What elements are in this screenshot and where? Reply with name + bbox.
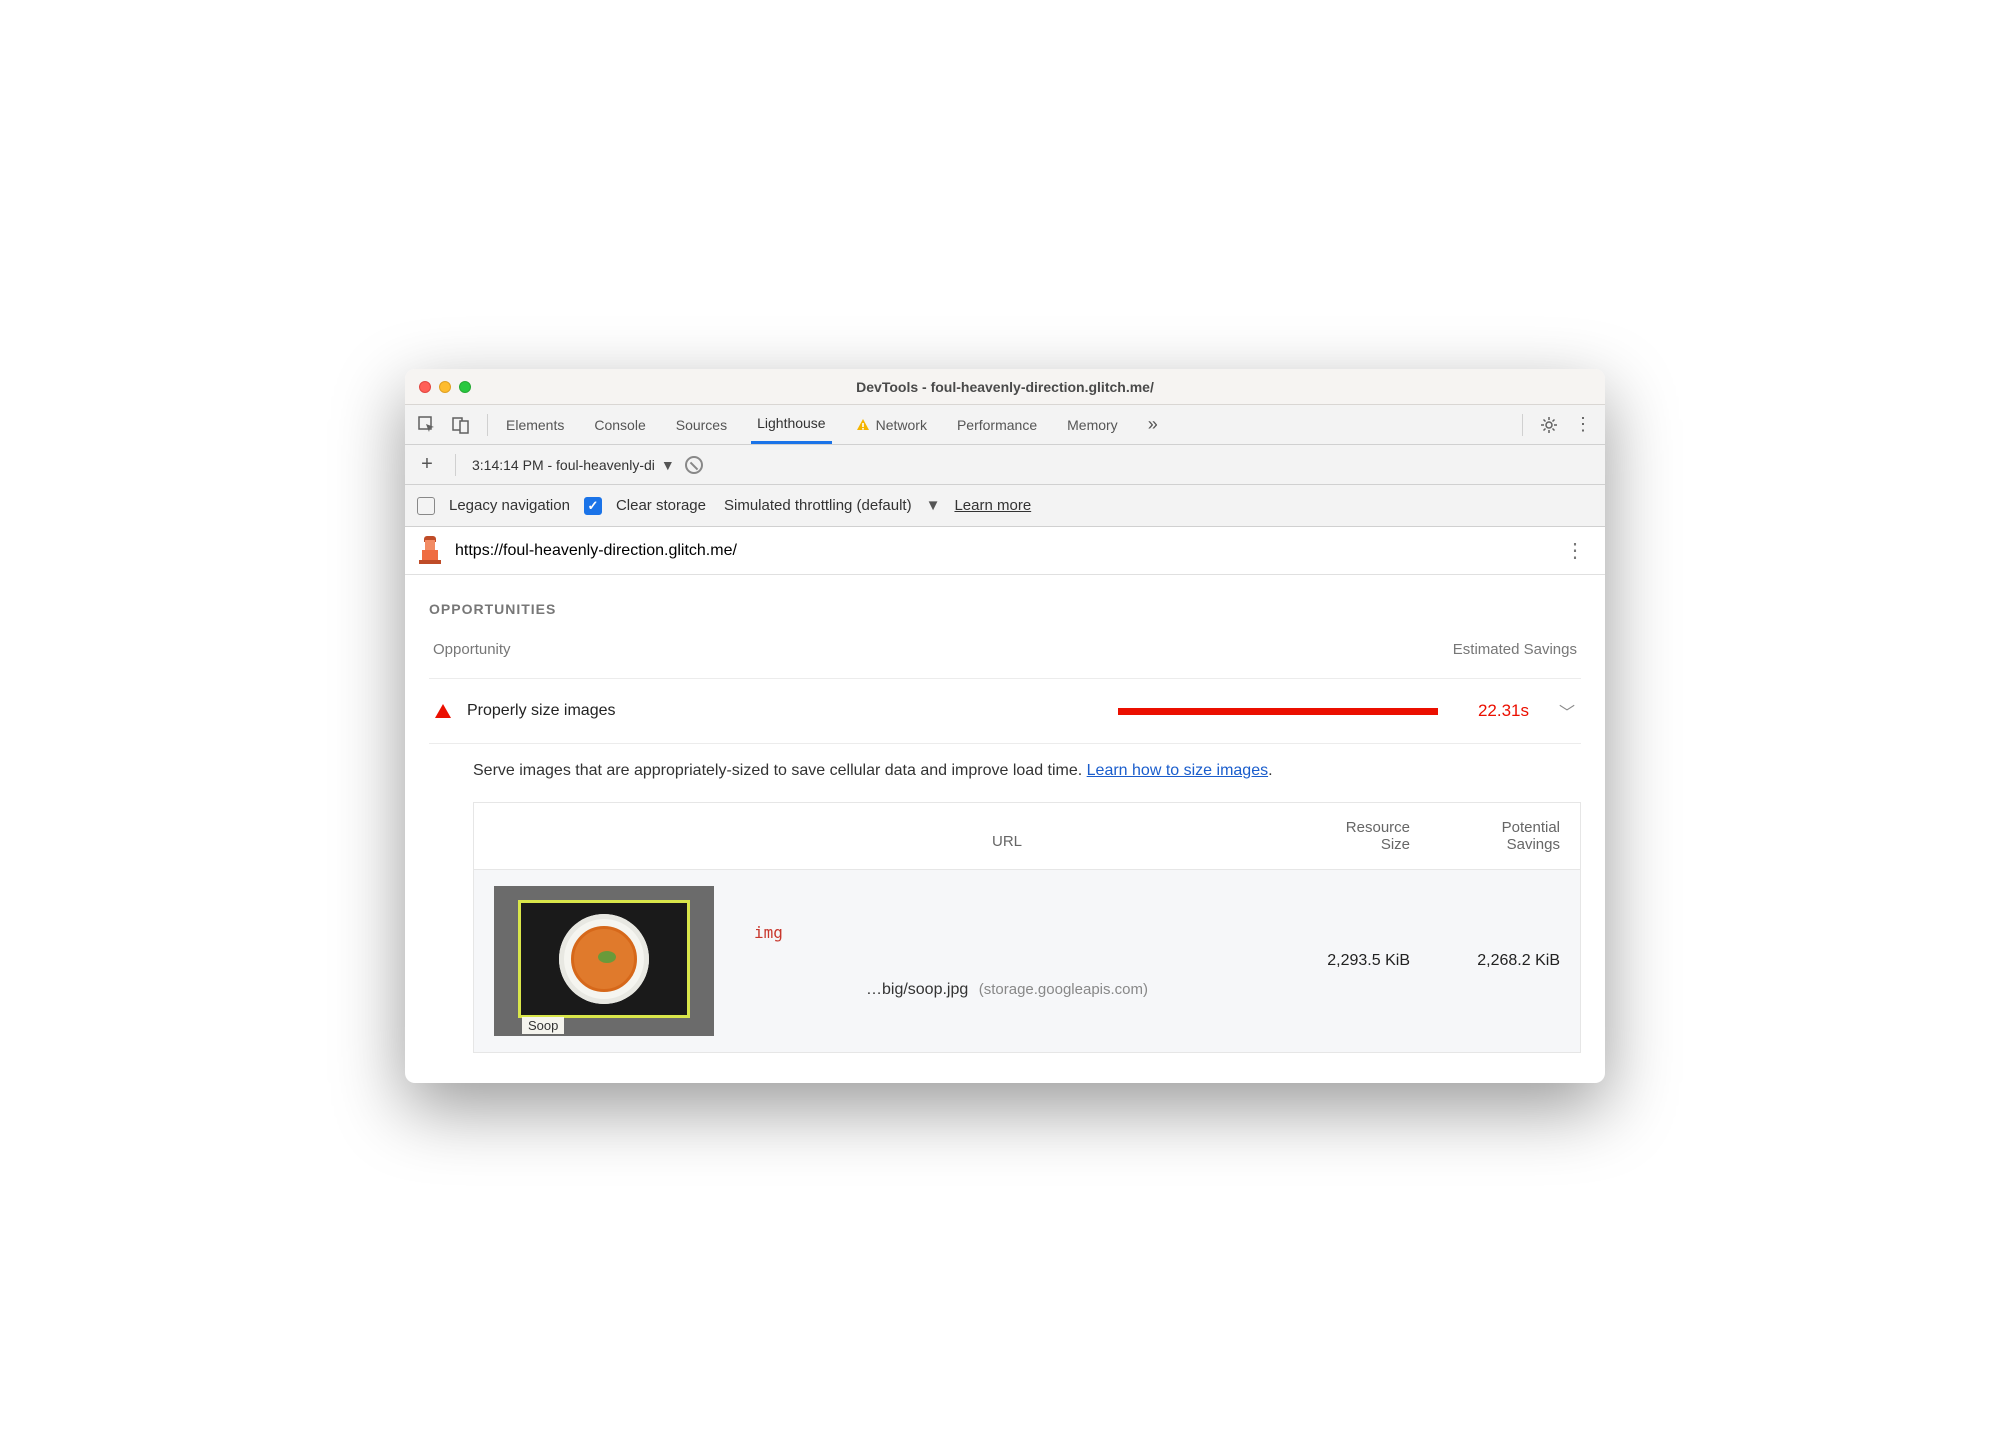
thumbnail-caption: Soop (522, 1017, 564, 1034)
audit-description: Serve images that are appropriately-size… (429, 744, 1581, 802)
url-host: (storage.googleapis.com) (979, 981, 1148, 998)
history-selected-label: 3:14:14 PM - foul-heavenly-di (472, 457, 655, 473)
tab-elements[interactable]: Elements (500, 405, 570, 444)
more-menu-icon[interactable]: ⋮ (1569, 411, 1597, 439)
learn-size-images-link[interactable]: Learn how to size images (1087, 762, 1268, 779)
table-row: Soop img …big/soop.jpg (storage.googleap… (474, 869, 1580, 1052)
tab-lighthouse[interactable]: Lighthouse (751, 405, 832, 444)
potential-savings-cell: 2,268.2 KiB (1410, 952, 1560, 970)
divider (487, 414, 488, 436)
throttling-label: Simulated throttling (default) (724, 497, 912, 514)
audited-url: https://foul-heavenly-direction.glitch.m… (455, 542, 737, 560)
lighthouse-icon (419, 538, 441, 564)
device-toggle-icon[interactable] (447, 411, 475, 439)
audit-description-text: Serve images that are appropriately-size… (473, 762, 1087, 779)
tab-memory[interactable]: Memory (1061, 405, 1124, 444)
clear-storage-checkbox[interactable] (584, 497, 602, 515)
report-url-bar: https://foul-heavenly-direction.glitch.m… (405, 527, 1605, 575)
warning-icon (856, 418, 870, 432)
main-tabs-bar: Elements Console Sources Lighthouse Netw… (405, 405, 1605, 445)
lighthouse-history-bar: + 3:14:14 PM - foul-heavenly-di ▼ (405, 445, 1605, 485)
audit-savings-value: 22.31s (1478, 701, 1529, 721)
audit-title: Properly size images (467, 702, 616, 720)
learn-more-link[interactable]: Learn more (954, 497, 1031, 514)
report-history-dropdown[interactable]: 3:14:14 PM - foul-heavenly-di ▼ (472, 457, 675, 473)
tab-overflow[interactable]: » (1142, 405, 1164, 444)
col-opportunity-label: Opportunity (433, 641, 511, 658)
col-savings-label: Estimated Savings (1453, 641, 1577, 658)
url-cell: img …big/soop.jpg (storage.googleapis.co… (744, 923, 1270, 999)
clear-icon (685, 456, 703, 474)
window-title: DevTools - foul-heavenly-direction.glitc… (405, 379, 1605, 395)
opportunities-column-headers: Opportunity Estimated Savings (429, 641, 1581, 658)
image-thumbnail[interactable]: Soop (494, 886, 714, 1036)
col-url-header: URL (744, 819, 1270, 853)
audit-properly-size-images[interactable]: Properly size images 22.31s ﹀ (429, 678, 1581, 744)
legacy-nav-label: Legacy navigation (449, 497, 570, 514)
clear-button[interactable] (685, 456, 703, 474)
clear-storage-label: Clear storage (616, 497, 706, 514)
divider (455, 454, 456, 476)
new-report-button[interactable]: + (415, 453, 439, 476)
chevron-up-icon[interactable]: ﹀ (1559, 699, 1575, 723)
tab-sources[interactable]: Sources (670, 405, 733, 444)
tab-network[interactable]: Network (850, 405, 933, 444)
panel-tabs: Elements Console Sources Lighthouse Netw… (500, 405, 1164, 444)
inspect-icon[interactable] (413, 411, 441, 439)
divider (1522, 414, 1523, 436)
settings-icon[interactable] (1535, 411, 1563, 439)
table-header-row: URL ResourceSize PotentialSavings (474, 803, 1580, 869)
report-menu-icon[interactable]: ⋮ (1559, 538, 1591, 563)
fail-triangle-icon (435, 704, 451, 718)
throttling-dropdown-icon[interactable]: ▼ (926, 497, 941, 514)
tab-performance[interactable]: Performance (951, 405, 1043, 444)
url-path[interactable]: …big/soop.jpg (866, 981, 968, 998)
section-opportunities-header: OPPORTUNITIES (429, 601, 1581, 617)
tab-console[interactable]: Console (588, 405, 651, 444)
audit-details-table: URL ResourceSize PotentialSavings Soop (473, 802, 1581, 1053)
devtools-window: DevTools - foul-heavenly-direction.glitc… (405, 369, 1605, 1083)
col-resource-size-header: ResourceSize (1270, 819, 1410, 853)
lighthouse-options-bar: Legacy navigation Clear storage Simulate… (405, 485, 1605, 527)
element-tag: img (754, 915, 783, 942)
resource-size-cell: 2,293.5 KiB (1270, 952, 1410, 970)
dropdown-caret-icon: ▼ (661, 457, 675, 473)
report-content: OPPORTUNITIES Opportunity Estimated Savi… (405, 575, 1605, 1083)
legacy-nav-checkbox[interactable] (417, 497, 435, 515)
savings-bar (1118, 708, 1438, 715)
titlebar: DevTools - foul-heavenly-direction.glitc… (405, 369, 1605, 405)
col-potential-savings-header: PotentialSavings (1410, 819, 1560, 853)
